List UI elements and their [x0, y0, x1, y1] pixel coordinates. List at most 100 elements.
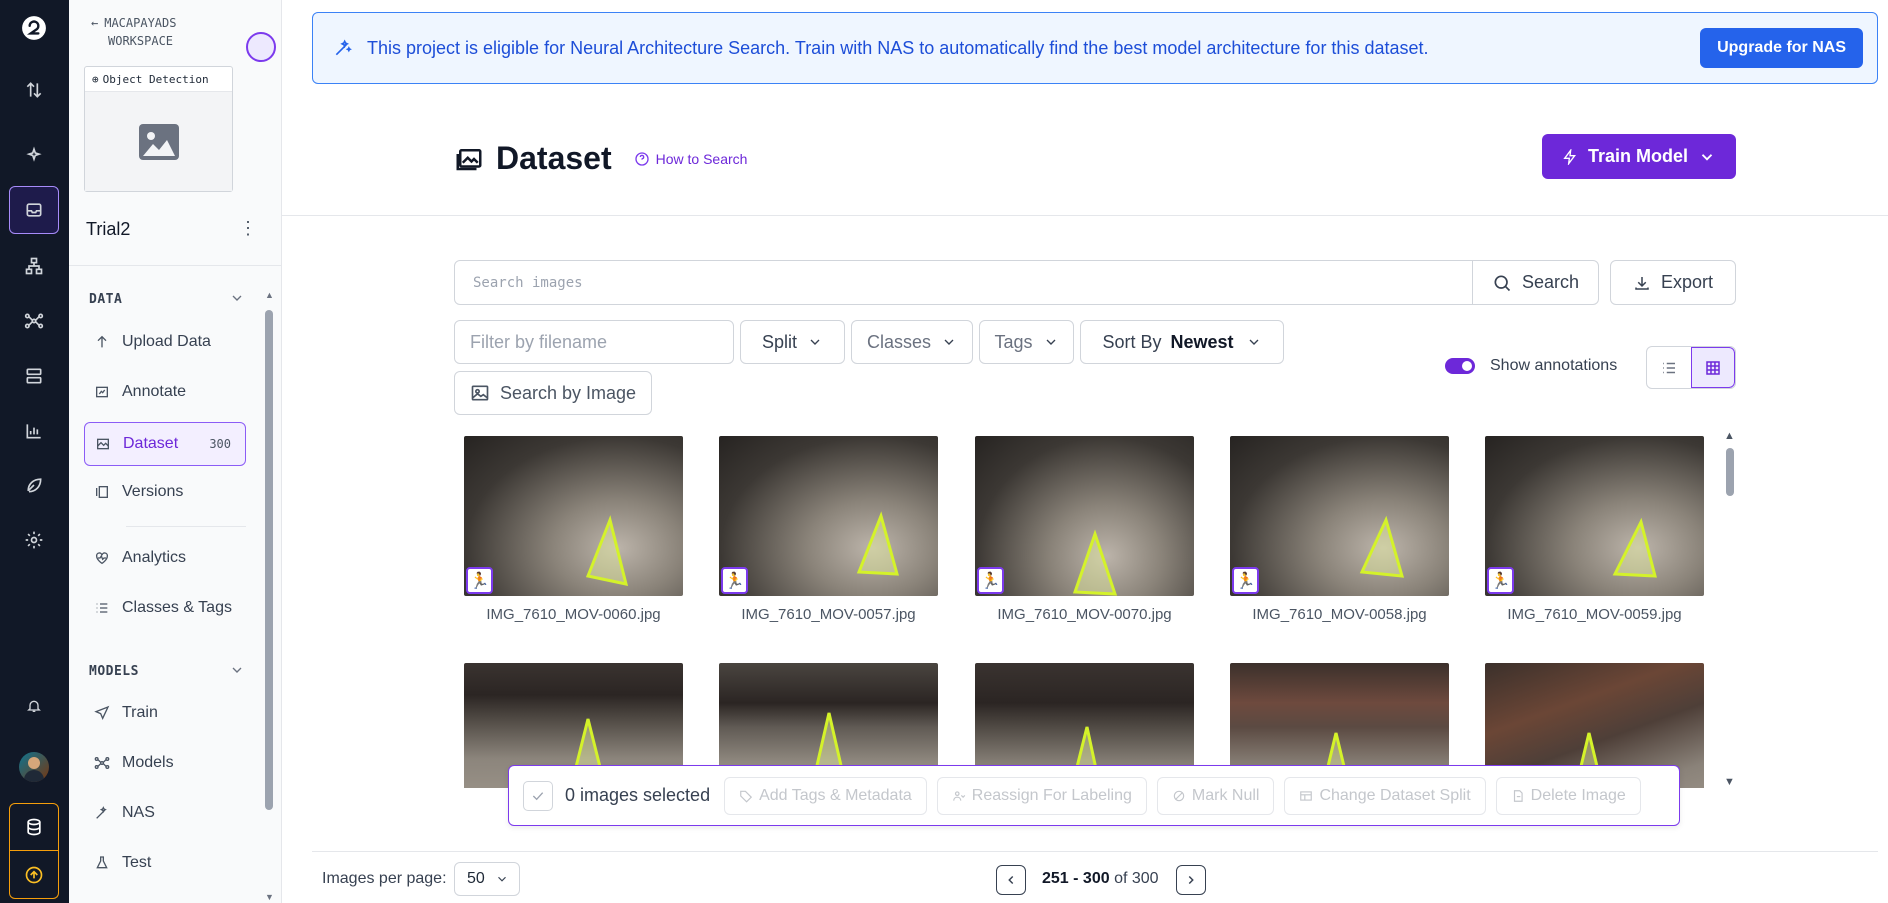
nav-classes-tags[interactable]: Classes & Tags [84, 586, 246, 630]
nav-train[interactable]: Train [84, 691, 246, 735]
null-icon [1173, 790, 1185, 801]
footer-divider [312, 851, 1878, 852]
project-sidebar: ← MACAPAYADS WORKSPACE ⊕ Object Detection… [69, 0, 282, 903]
workspace-link[interactable]: ← MACAPAYADS WORKSPACE [91, 14, 176, 50]
train-model-button[interactable]: Train Model [1542, 134, 1736, 179]
hierarchy-icon[interactable] [9, 242, 59, 290]
project-type: Object Detection [102, 72, 209, 86]
scrollbar-thumb[interactable] [265, 310, 273, 810]
nav-versions[interactable]: Versions [84, 470, 246, 514]
image-card[interactable]: 🏃 IMG_7610_MOV-0057.jpg [719, 436, 938, 623]
database-icon[interactable] [9, 803, 59, 851]
test-icon [96, 856, 108, 869]
images-icon [456, 148, 482, 170]
nav-divider [126, 526, 246, 527]
nav-test[interactable]: Test [84, 841, 246, 885]
scroll-up-icon[interactable]: ▲ [265, 290, 274, 300]
inbox-icon[interactable] [9, 186, 59, 234]
nav-models[interactable]: Models [84, 741, 246, 785]
selected-count: 0 images selected [565, 785, 711, 805]
image-card[interactable]: 🏃 IMG_7610_MOV-0058.jpg [1230, 436, 1449, 623]
image-card[interactable]: 🏃 IMG_7610_MOV-0070.jpg [975, 436, 1194, 623]
image-placeholder-icon [138, 123, 179, 160]
image-thumbnail[interactable]: 🏃 [1485, 436, 1704, 596]
chevron-down-icon[interactable] [229, 662, 245, 683]
image-card[interactable]: 🏃 IMG_7610_MOV-0059.jpg [1485, 436, 1704, 623]
nav-nas[interactable]: NAS [84, 791, 246, 835]
search-button[interactable]: Search [1472, 260, 1599, 305]
person-running-icon: 🏃 [977, 567, 1004, 594]
scroll-down-icon[interactable]: ▼ [265, 892, 274, 902]
list-view-button[interactable] [1647, 347, 1691, 388]
nav-upload-data[interactable]: Upload Data [84, 320, 246, 364]
reassign-labeling-button[interactable]: Reassign For Labeling [936, 776, 1147, 815]
show-annotations-toggle[interactable] [1445, 358, 1475, 374]
server-icon[interactable] [9, 352, 59, 400]
scroll-up-icon[interactable]: ▲ [1724, 430, 1735, 442]
chevron-down-icon [1249, 339, 1259, 345]
annotation-polygon [1612, 517, 1657, 578]
transfer-icon[interactable] [9, 66, 59, 114]
bell-icon[interactable] [9, 682, 59, 730]
prev-page-button[interactable] [996, 865, 1026, 895]
page-header: Dataset How to Search [454, 140, 747, 177]
graph-icon[interactable] [9, 297, 59, 345]
per-page-select[interactable]: 50 [454, 862, 520, 896]
show-annotations-label: Show annotations [1490, 357, 1618, 374]
chevron-down-icon [810, 339, 820, 345]
sort-dropdown[interactable]: Sort By Newest [1080, 320, 1284, 364]
more-options-icon[interactable]: ⋮ [239, 218, 257, 239]
image-card[interactable]: 🏃 IMG_7610_MOV-0060.jpg [464, 436, 683, 623]
nav-annotate[interactable]: Annotate [84, 370, 246, 414]
models-icon [94, 757, 110, 769]
nas-banner: This project is eligible for Neural Arch… [312, 12, 1878, 84]
nav-analytics[interactable]: Analytics [84, 536, 246, 580]
dataset-count: 300 [209, 437, 231, 451]
logo-icon[interactable] [9, 4, 59, 52]
user-avatar[interactable] [19, 752, 49, 782]
scrollbar-thumb[interactable] [1726, 448, 1734, 496]
change-split-button[interactable]: Change Dataset Split [1284, 776, 1486, 815]
upgrade-nas-button[interactable]: Upgrade for NAS [1700, 28, 1863, 68]
workspace-avatar[interactable] [246, 32, 276, 62]
download-icon [1635, 276, 1649, 290]
gear-icon[interactable] [9, 516, 59, 564]
split-icon [1300, 790, 1313, 801]
image-thumbnail[interactable]: 🏃 [975, 436, 1194, 596]
file-delete-icon [1513, 789, 1523, 802]
search-by-image-button[interactable]: Search by Image [454, 371, 652, 415]
add-tags-button[interactable]: Add Tags & Metadata [724, 776, 927, 815]
chevron-right-icon [1188, 875, 1194, 885]
leaf-icon[interactable] [9, 461, 59, 509]
sidebar-scrollbar[interactable]: ▲ ▼ [265, 290, 274, 902]
tags-dropdown[interactable]: Tags [979, 320, 1074, 364]
nav-dataset[interactable]: Dataset 300 [84, 422, 246, 466]
how-to-search-link[interactable]: How to Search [634, 151, 747, 167]
grid-view-button[interactable] [1690, 347, 1735, 388]
annotation-polygon [1072, 529, 1118, 596]
bar-chart-icon[interactable] [9, 407, 59, 455]
delete-image-button[interactable]: Delete Image [1495, 776, 1641, 815]
sparkle-icon[interactable] [9, 131, 59, 179]
project-card[interactable]: ⊕ Object Detection [84, 66, 233, 192]
back-arrow-icon: ← [91, 16, 99, 30]
filename-filter-input[interactable]: Filter by filename [454, 320, 734, 364]
grid-scrollbar[interactable]: ▲ ▼ [1724, 430, 1736, 788]
annotation-polygon [585, 515, 629, 586]
search-input[interactable]: Search images [454, 260, 1473, 305]
chevron-down-icon[interactable] [229, 290, 245, 311]
globe-icon: ⊕ [92, 72, 99, 86]
export-button[interactable]: Export [1610, 260, 1736, 305]
image-thumbnail[interactable]: 🏃 [719, 436, 938, 596]
mark-null-button[interactable]: Mark Null [1156, 776, 1275, 815]
scroll-down-icon[interactable]: ▼ [1724, 776, 1735, 788]
check-icon [532, 791, 544, 800]
select-all-checkbox[interactable] [523, 780, 553, 811]
image-thumbnail[interactable]: 🏃 [1230, 436, 1449, 596]
upload-icon[interactable] [9, 851, 59, 899]
next-page-button[interactable] [1176, 865, 1206, 895]
banner-text: This project is eligible for Neural Arch… [367, 37, 1429, 58]
split-dropdown[interactable]: Split [740, 320, 845, 364]
classes-dropdown[interactable]: Classes [851, 320, 973, 364]
image-thumbnail[interactable]: 🏃 [464, 436, 683, 596]
